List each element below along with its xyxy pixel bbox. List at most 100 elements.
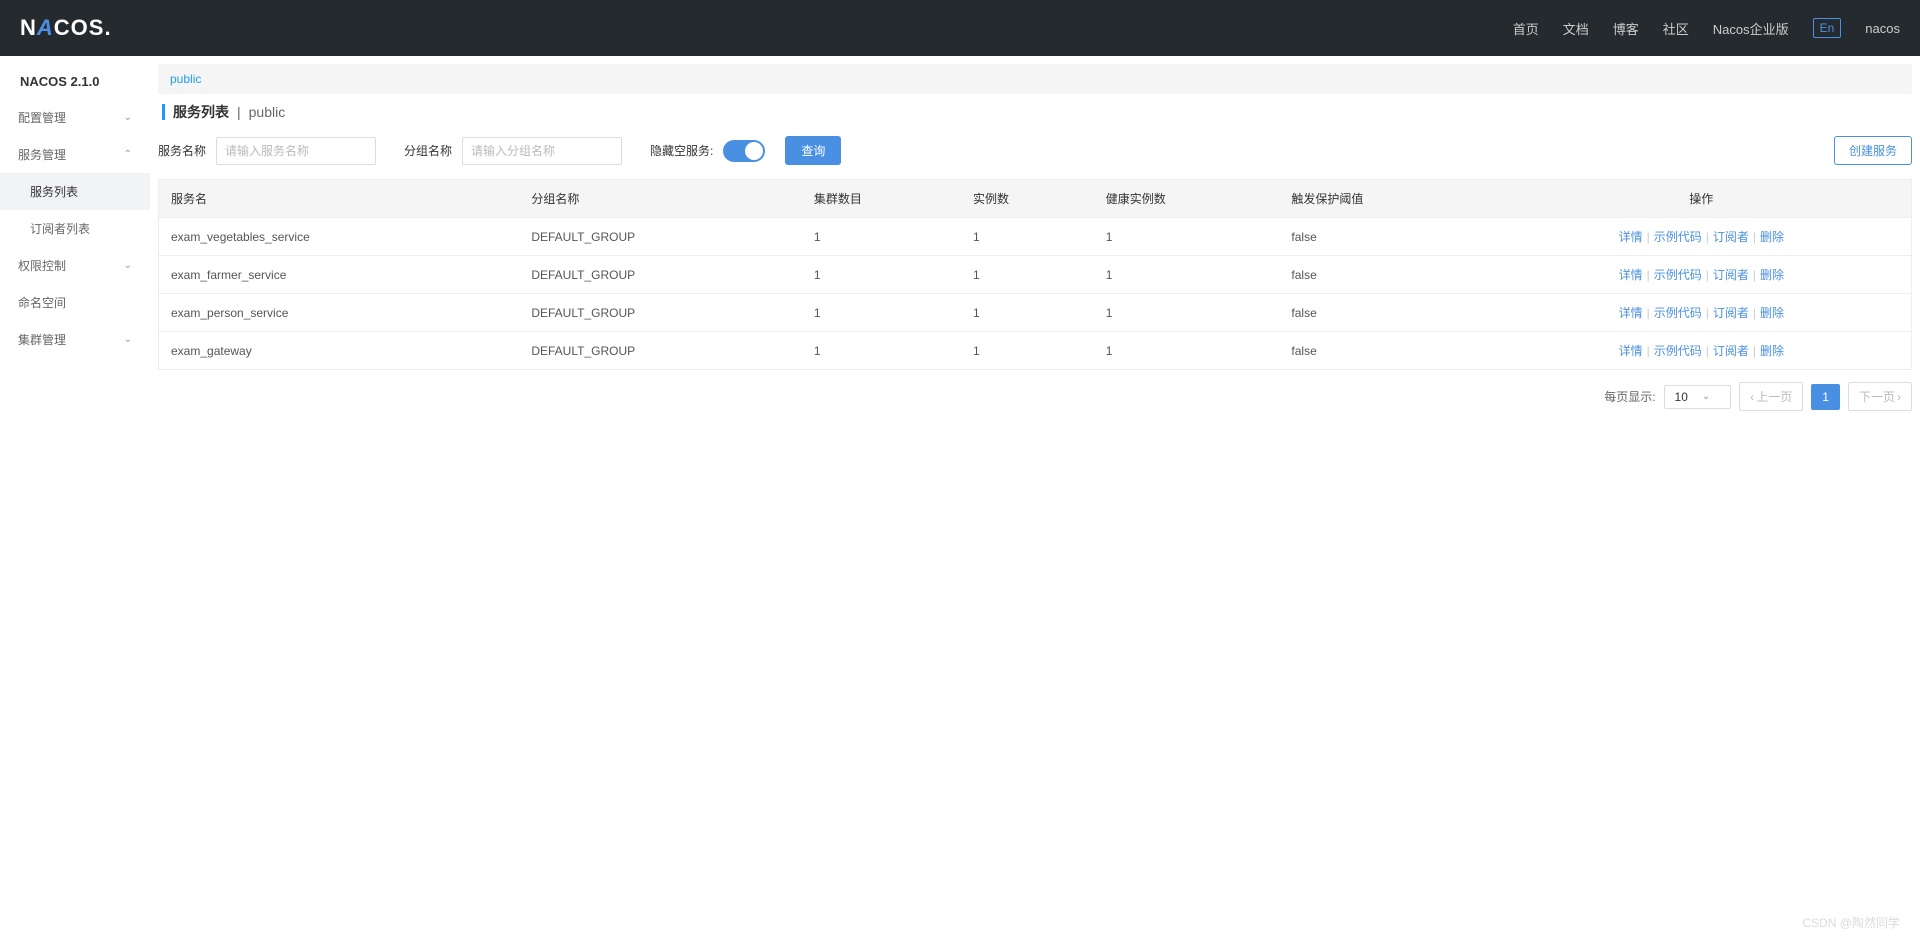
sidebar-version: NACOS 2.1.0	[0, 56, 150, 99]
cell-healthy: 1	[1094, 294, 1280, 332]
chevron-down-icon: ⌄	[124, 112, 132, 123]
action-sample[interactable]: 示例代码	[1654, 344, 1702, 358]
action-delete[interactable]: 删除	[1760, 268, 1784, 282]
nav-home[interactable]: 首页	[1513, 19, 1539, 38]
submenu-label: 订阅者列表	[30, 222, 90, 236]
action-delete[interactable]: 删除	[1760, 306, 1784, 320]
cell-group: DEFAULT_GROUP	[519, 332, 802, 370]
nav-docs[interactable]: 文档	[1563, 19, 1589, 38]
watermark: CSDN @陶然同学	[1802, 914, 1900, 931]
action-sep: |	[1647, 268, 1650, 282]
action-sample[interactable]: 示例代码	[1654, 268, 1702, 282]
page-title-sep: |	[237, 104, 241, 120]
language-switch[interactable]: En	[1813, 18, 1842, 38]
chevron-down-icon: ⌄	[124, 334, 132, 345]
menu-label: 集群管理	[18, 331, 66, 348]
menu-cluster[interactable]: 集群管理 ⌄	[0, 321, 150, 358]
logo[interactable]: NACOS.	[20, 15, 112, 41]
action-subscriber[interactable]: 订阅者	[1713, 344, 1749, 358]
action-sample[interactable]: 示例代码	[1654, 306, 1702, 320]
nav-blog[interactable]: 博客	[1613, 19, 1639, 38]
page-number-current[interactable]: 1	[1811, 384, 1840, 410]
cell-clusters: 1	[802, 218, 961, 256]
main-content: public 服务列表 | public 服务名称 分组名称 隐藏空服务:	[150, 56, 1920, 937]
create-service-button[interactable]: 创建服务	[1834, 136, 1912, 165]
action-delete[interactable]: 删除	[1760, 230, 1784, 244]
action-subscriber[interactable]: 订阅者	[1713, 268, 1749, 282]
search-row: 服务名称 分组名称 隐藏空服务: 查询 创建服务	[158, 136, 1912, 165]
action-sep: |	[1647, 344, 1650, 358]
per-page-value: 10	[1675, 390, 1688, 404]
action-detail[interactable]: 详情	[1619, 268, 1643, 282]
col-actions: 操作	[1492, 180, 1912, 218]
page-subtitle: public	[249, 104, 286, 120]
action-subscriber[interactable]: 订阅者	[1713, 306, 1749, 320]
namespace-tab-public[interactable]: public	[170, 72, 201, 86]
prev-label: 上一页	[1756, 388, 1792, 405]
service-table: 服务名 分组名称 集群数目 实例数 健康实例数 触发保护阈值 操作 exam_v…	[158, 179, 1912, 370]
action-detail[interactable]: 详情	[1619, 344, 1643, 358]
action-delete[interactable]: 删除	[1760, 344, 1784, 358]
group-name-input[interactable]	[462, 137, 622, 165]
cell-instances: 1	[961, 294, 1094, 332]
cell-group: DEFAULT_GROUP	[519, 256, 802, 294]
menu-label: 服务管理	[18, 146, 66, 163]
action-sep: |	[1753, 230, 1756, 244]
menu-config[interactable]: 配置管理 ⌄	[0, 99, 150, 136]
menu-label: 命名空间	[18, 294, 66, 311]
action-sep: |	[1706, 306, 1709, 320]
per-page-select[interactable]: 10 ⌄	[1664, 385, 1732, 409]
cell-service-name: exam_vegetables_service	[159, 218, 520, 256]
col-group-name: 分组名称	[519, 180, 802, 218]
action-detail[interactable]: 详情	[1619, 306, 1643, 320]
next-label: 下一页	[1859, 388, 1895, 405]
menu-service[interactable]: 服务管理 ⌃	[0, 136, 150, 173]
submenu-label: 服务列表	[30, 185, 78, 199]
logo-text-post: COS.	[54, 15, 112, 40]
action-subscriber[interactable]: 订阅者	[1713, 230, 1749, 244]
namespace-tabs: public	[158, 64, 1912, 94]
nav-community[interactable]: 社区	[1663, 19, 1689, 38]
menu-label: 权限控制	[18, 257, 66, 274]
submenu-service-list[interactable]: 服务列表	[0, 173, 150, 210]
cell-service-name: exam_person_service	[159, 294, 520, 332]
menu-label: 配置管理	[18, 109, 66, 126]
pagination: 每页显示: 10 ⌄ ‹ 上一页 1 下一页 ›	[158, 382, 1912, 411]
service-name-input[interactable]	[216, 137, 376, 165]
per-page-label: 每页显示:	[1604, 388, 1655, 405]
user-name[interactable]: nacos	[1865, 21, 1900, 36]
action-sep: |	[1706, 344, 1709, 358]
next-page-button[interactable]: 下一页 ›	[1848, 382, 1912, 411]
nav-enterprise[interactable]: Nacos企业版	[1713, 19, 1789, 38]
query-button[interactable]: 查询	[785, 136, 841, 165]
action-sep: |	[1753, 344, 1756, 358]
cell-instances: 1	[961, 256, 1094, 294]
submenu-subscriber-list[interactable]: 订阅者列表	[0, 210, 150, 247]
cell-healthy: 1	[1094, 218, 1280, 256]
header-left: NACOS.	[20, 15, 112, 41]
action-detail[interactable]: 详情	[1619, 230, 1643, 244]
hide-empty-toggle[interactable]	[723, 140, 765, 162]
menu-auth[interactable]: 权限控制 ⌄	[0, 247, 150, 284]
cell-threshold: false	[1279, 294, 1491, 332]
cell-instances: 1	[961, 332, 1094, 370]
top-header: NACOS. 首页 文档 博客 社区 Nacos企业版 En nacos	[0, 0, 1920, 56]
action-sep: |	[1706, 230, 1709, 244]
cell-threshold: false	[1279, 256, 1491, 294]
toggle-knob	[745, 142, 763, 160]
hide-empty-label: 隐藏空服务:	[650, 142, 713, 159]
cell-actions: 详情|示例代码|订阅者|删除	[1492, 256, 1912, 294]
logo-text-pre: N	[20, 15, 37, 40]
group-name-label: 分组名称	[404, 142, 452, 159]
action-sep: |	[1647, 230, 1650, 244]
page-title: 服务列表	[173, 102, 229, 122]
prev-page-button[interactable]: ‹ 上一页	[1739, 382, 1803, 411]
action-sample[interactable]: 示例代码	[1654, 230, 1702, 244]
table-row: exam_person_serviceDEFAULT_GROUP111false…	[159, 294, 1912, 332]
action-sep: |	[1753, 306, 1756, 320]
page-title-row: 服务列表 | public	[158, 102, 1912, 122]
menu-namespace[interactable]: 命名空间	[0, 284, 150, 321]
cell-instances: 1	[961, 218, 1094, 256]
action-sep: |	[1753, 268, 1756, 282]
cell-group: DEFAULT_GROUP	[519, 218, 802, 256]
